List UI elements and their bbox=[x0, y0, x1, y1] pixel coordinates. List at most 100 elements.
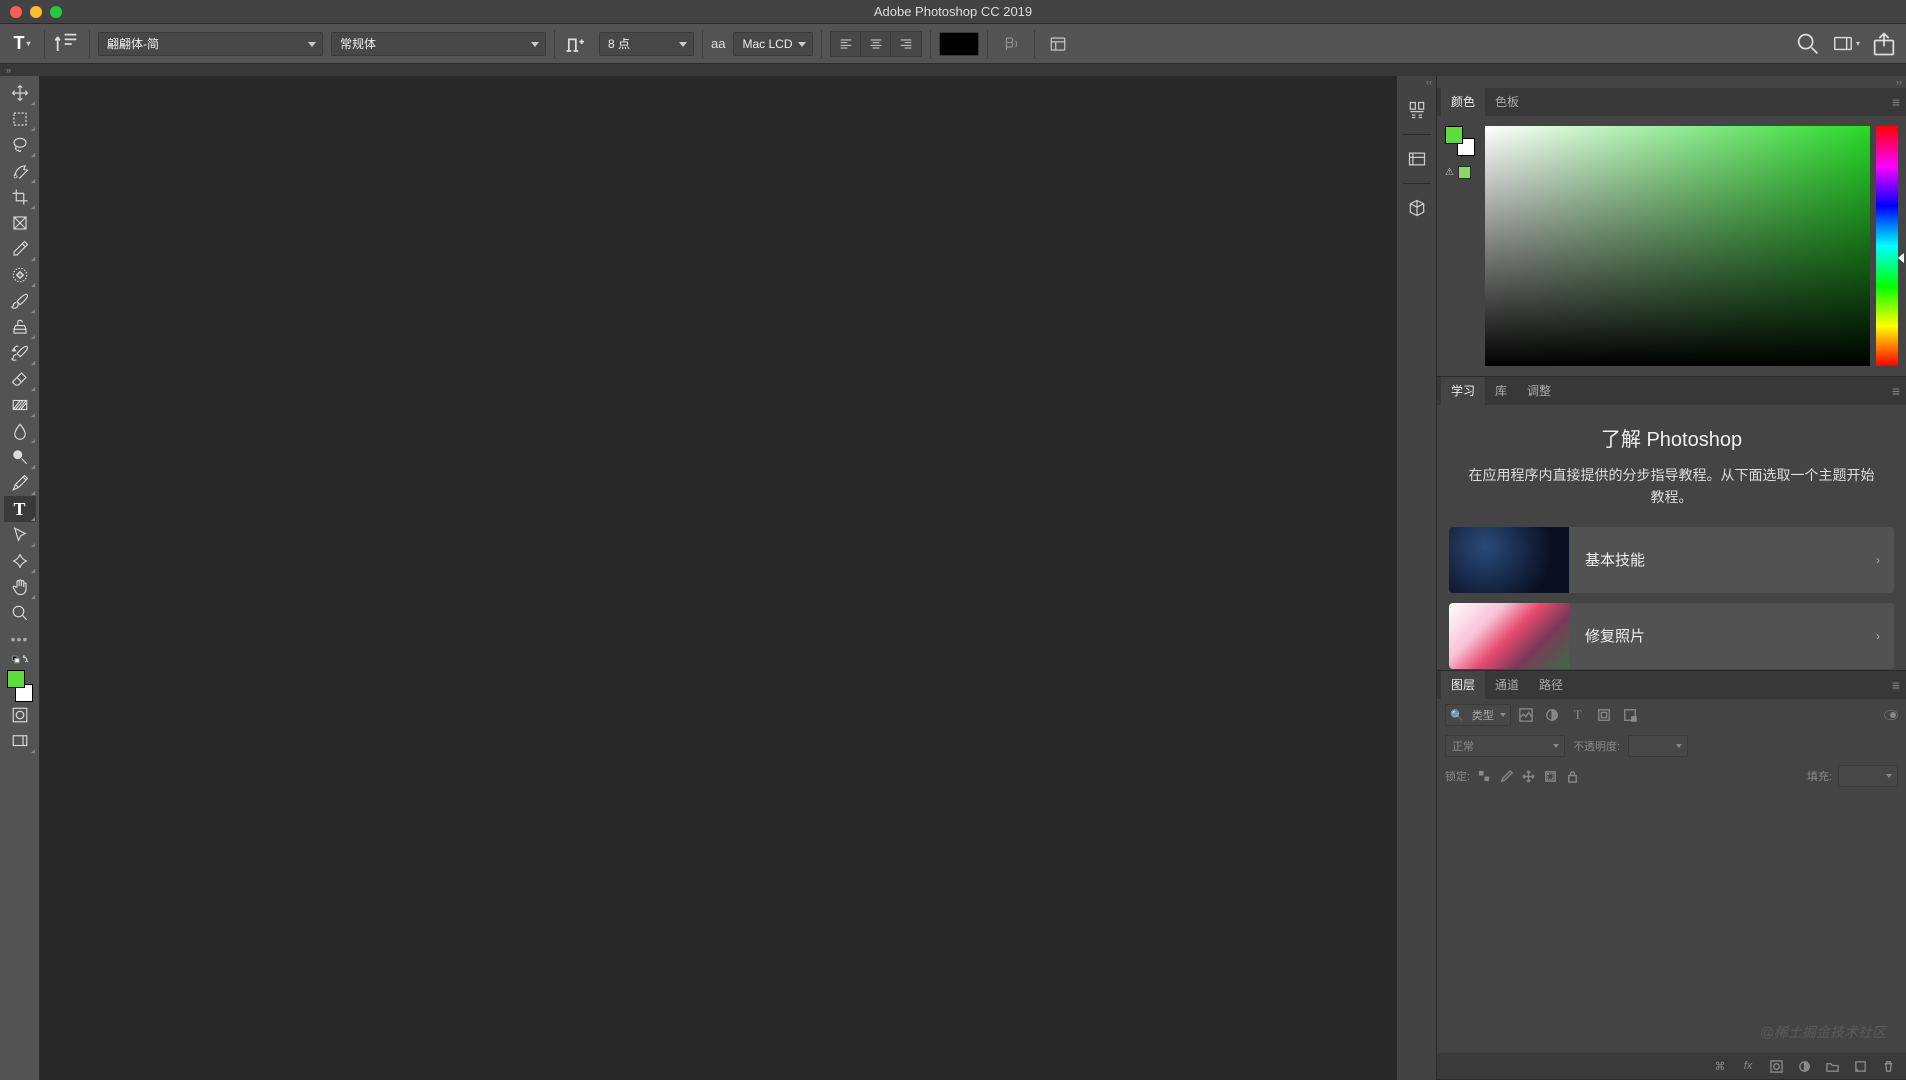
quick-selection-tool[interactable] bbox=[4, 158, 36, 184]
gamut-warning[interactable]: ⚠ bbox=[1445, 166, 1475, 179]
tab-adjustments[interactable]: 调整 bbox=[1517, 377, 1561, 405]
filter-pixel-icon[interactable] bbox=[1517, 706, 1535, 724]
filter-smartobject-icon[interactable] bbox=[1621, 706, 1639, 724]
color-foreground-swatch[interactable] bbox=[1445, 126, 1463, 144]
filter-type-icon[interactable]: T bbox=[1569, 706, 1587, 724]
align-center-button[interactable] bbox=[861, 32, 891, 56]
gradient-tool[interactable] bbox=[4, 392, 36, 418]
learn-card-retouch-photos[interactable]: 修复照片 › bbox=[1449, 603, 1894, 669]
3d-panel-icon[interactable] bbox=[1403, 194, 1431, 222]
text-orientation-toggle-icon[interactable] bbox=[53, 30, 81, 58]
panel-menu-icon[interactable]: ≡ bbox=[1892, 677, 1900, 693]
fill-dropdown[interactable] bbox=[1838, 765, 1898, 787]
tab-swatches[interactable]: 色板 bbox=[1485, 88, 1529, 116]
spot-healing-brush-tool[interactable] bbox=[4, 262, 36, 288]
layer-filter-kind-dropdown[interactable]: 🔍 类型 bbox=[1445, 704, 1511, 726]
rectangular-marquee-tool[interactable] bbox=[4, 106, 36, 132]
panels-collapse-icon[interactable]: ›› bbox=[1437, 76, 1906, 88]
tab-libraries[interactable]: 库 bbox=[1485, 377, 1517, 405]
share-icon[interactable] bbox=[1870, 30, 1898, 58]
tab-layers[interactable]: 图层 bbox=[1441, 671, 1485, 699]
quick-mask-mode-button[interactable] bbox=[4, 702, 36, 728]
eyedropper-tool[interactable] bbox=[4, 236, 36, 262]
blur-tool[interactable] bbox=[4, 418, 36, 444]
opacity-label: 不透明度: bbox=[1573, 738, 1620, 754]
layers-list[interactable] bbox=[1437, 791, 1906, 1053]
tab-color[interactable]: 颜色 bbox=[1441, 88, 1485, 116]
saturation-value-picker[interactable] bbox=[1485, 126, 1870, 366]
panel-menu-icon[interactable]: ≡ bbox=[1892, 383, 1900, 399]
clone-stamp-tool[interactable] bbox=[4, 314, 36, 340]
lock-position-icon[interactable] bbox=[1520, 768, 1536, 784]
align-right-button[interactable] bbox=[891, 32, 921, 56]
blend-mode-dropdown[interactable]: 正常 bbox=[1445, 735, 1565, 757]
window-zoom-button[interactable] bbox=[50, 6, 62, 18]
crop-tool[interactable] bbox=[4, 184, 36, 210]
adjustment-layer-icon[interactable] bbox=[1796, 1058, 1812, 1074]
color-fgbg-swatches[interactable] bbox=[1445, 126, 1475, 156]
brush-tool[interactable] bbox=[4, 288, 36, 314]
tab-learn[interactable]: 学习 bbox=[1441, 377, 1485, 405]
zoom-tool[interactable] bbox=[4, 600, 36, 626]
history-brush-tool[interactable] bbox=[4, 340, 36, 366]
hue-slider[interactable] bbox=[1876, 126, 1898, 366]
new-group-icon[interactable] bbox=[1824, 1058, 1840, 1074]
collapsed-dock: ‹‹ bbox=[1396, 76, 1436, 1080]
lasso-tool[interactable] bbox=[4, 132, 36, 158]
font-family-dropdown[interactable]: 翩翩体-简 bbox=[98, 32, 323, 56]
antialias-dropdown[interactable]: Mac LCD bbox=[733, 32, 813, 56]
layer-style-icon[interactable]: fx bbox=[1740, 1058, 1756, 1074]
tab-paths[interactable]: 路径 bbox=[1529, 671, 1573, 699]
warp-text-button[interactable] bbox=[996, 32, 1026, 56]
character-panel-toggle-button[interactable] bbox=[1043, 32, 1073, 56]
lock-artboard-icon[interactable] bbox=[1542, 768, 1558, 784]
foreground-background-colors[interactable] bbox=[4, 666, 36, 702]
pen-tool[interactable] bbox=[4, 470, 36, 496]
gamut-safe-swatch[interactable] bbox=[1458, 166, 1471, 179]
move-tool[interactable] bbox=[4, 80, 36, 106]
tool-preset-type-icon[interactable]: T▾ bbox=[8, 30, 36, 58]
lock-transparency-icon[interactable] bbox=[1476, 768, 1492, 784]
frame-tool[interactable] bbox=[4, 210, 36, 236]
learn-card-basic-skills[interactable]: 基本技能 › bbox=[1449, 527, 1894, 593]
rectangle-tool[interactable] bbox=[4, 548, 36, 574]
link-layers-icon[interactable]: ⌘ bbox=[1712, 1058, 1728, 1074]
foreground-color-swatch[interactable] bbox=[7, 670, 25, 688]
screen-mode-button[interactable] bbox=[4, 728, 36, 754]
window-close-button[interactable] bbox=[10, 6, 22, 18]
opacity-dropdown[interactable] bbox=[1628, 735, 1688, 757]
lock-all-icon[interactable] bbox=[1564, 768, 1580, 784]
font-size-dropdown[interactable]: 8 点 bbox=[599, 32, 694, 56]
tab-channels[interactable]: 通道 bbox=[1485, 671, 1529, 699]
window-minimize-button[interactable] bbox=[30, 6, 42, 18]
filter-shape-icon[interactable] bbox=[1595, 706, 1613, 724]
type-tool[interactable]: T bbox=[4, 496, 36, 522]
history-panel-icon[interactable] bbox=[1403, 96, 1431, 124]
screen-mode-icon[interactable]: ▾ bbox=[1832, 30, 1860, 58]
edit-toolbar-button[interactable]: ••• bbox=[4, 626, 36, 652]
layer-mask-icon[interactable] bbox=[1768, 1058, 1784, 1074]
align-left-button[interactable] bbox=[831, 32, 861, 56]
document-canvas[interactable] bbox=[40, 76, 1396, 1080]
color-panel: 颜色 色板 ≡ ⚠ bbox=[1437, 88, 1906, 377]
panel-menu-icon[interactable]: ≡ bbox=[1892, 94, 1900, 110]
properties-panel-icon[interactable] bbox=[1403, 145, 1431, 173]
learn-panel-tabs: 学习 库 调整 ≡ bbox=[1437, 377, 1906, 405]
path-selection-tool[interactable] bbox=[4, 522, 36, 548]
new-layer-icon[interactable] bbox=[1852, 1058, 1868, 1074]
layers-filter-bar: 🔍 类型 T bbox=[1437, 699, 1906, 731]
hand-tool[interactable] bbox=[4, 574, 36, 600]
filter-adjustment-icon[interactable] bbox=[1543, 706, 1561, 724]
lock-image-icon[interactable] bbox=[1498, 768, 1514, 784]
eraser-tool[interactable] bbox=[4, 366, 36, 392]
tab-bar-collapse[interactable]: » bbox=[0, 64, 1906, 76]
delete-layer-icon[interactable] bbox=[1880, 1058, 1896, 1074]
learn-title: 了解 Photoshop bbox=[1449, 423, 1894, 452]
text-color-swatch[interactable] bbox=[939, 32, 979, 56]
font-style-dropdown[interactable]: 常规体 bbox=[331, 32, 546, 56]
filter-toggle-switch[interactable] bbox=[1884, 710, 1898, 720]
search-icon[interactable] bbox=[1794, 30, 1822, 58]
dock-expand-icon[interactable]: ‹‹ bbox=[1397, 76, 1436, 88]
dodge-tool[interactable] bbox=[4, 444, 36, 470]
default-swap-colors[interactable] bbox=[4, 652, 36, 666]
